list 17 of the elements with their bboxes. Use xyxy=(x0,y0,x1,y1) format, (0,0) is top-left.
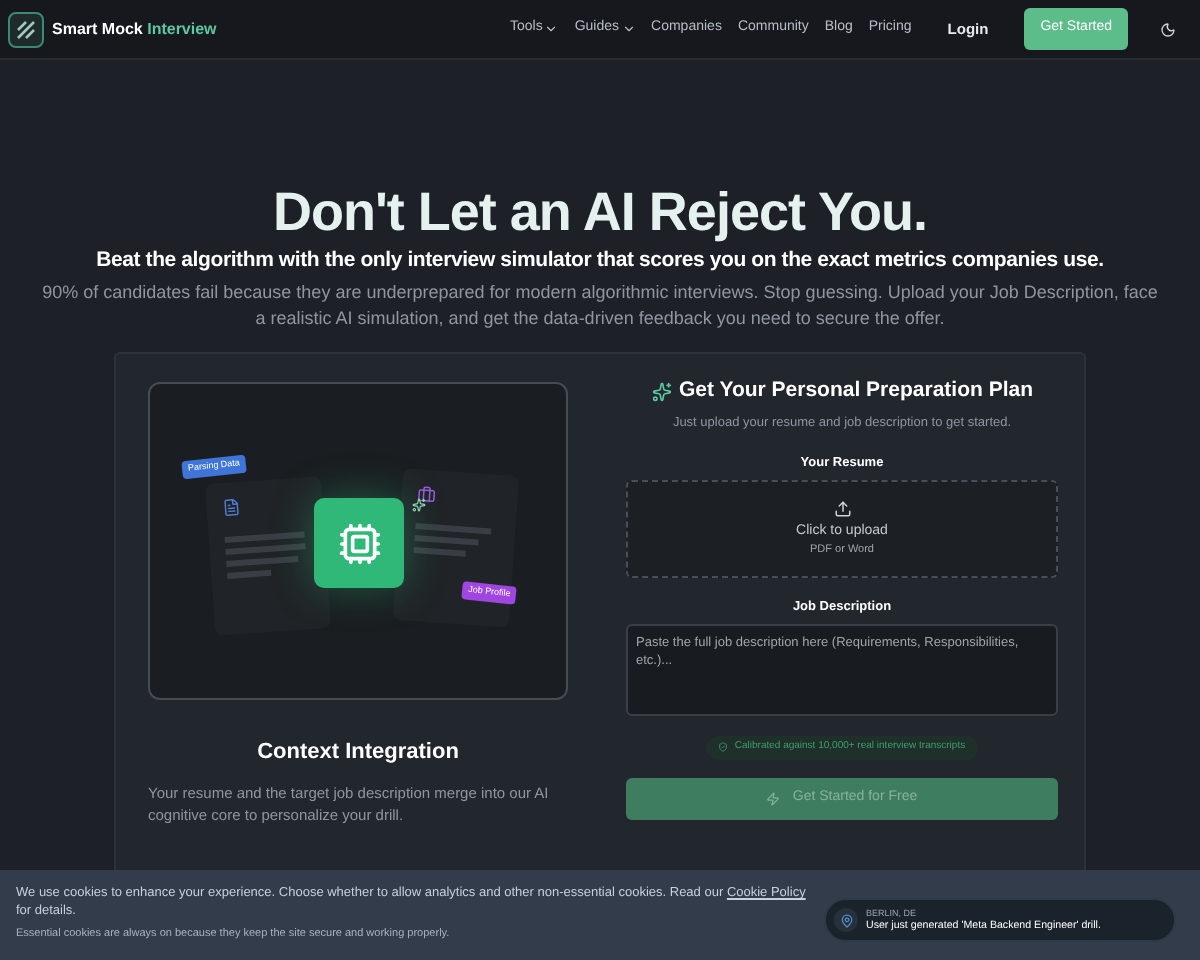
location-icon xyxy=(834,908,858,932)
sparkle-icon xyxy=(651,381,671,402)
hero-title: Don't Let an AI Reject You. xyxy=(273,180,927,244)
feature-title: Context Integration xyxy=(257,738,459,768)
sparkle-icon xyxy=(412,498,426,512)
upload-icon xyxy=(833,499,851,518)
lightning-icon xyxy=(766,791,781,805)
hero-description: 90% of candidates fail because they are underprepared for modern algorithmic interviews. Stop guessing. Upload your Job Description, face a realistic AI simulation, and get the data-driven feedback you need to secure the offer. xyxy=(40,280,1160,332)
chip-icon xyxy=(314,498,404,588)
document-icon xyxy=(221,497,242,518)
brand-name[interactable]: Smart Mock Interview xyxy=(52,17,217,41)
form-title: Get Your Personal Preparation Plan xyxy=(679,376,1033,406)
briefcase-icon xyxy=(417,485,437,505)
logo-icon[interactable] xyxy=(8,11,44,47)
shield-icon xyxy=(718,742,729,753)
theme-toggle-icon[interactable] xyxy=(1160,21,1176,37)
hero-subtitle: Beat the algorithm with the only interview simulator that scores you on the exact metrics companies use. xyxy=(96,246,1104,274)
